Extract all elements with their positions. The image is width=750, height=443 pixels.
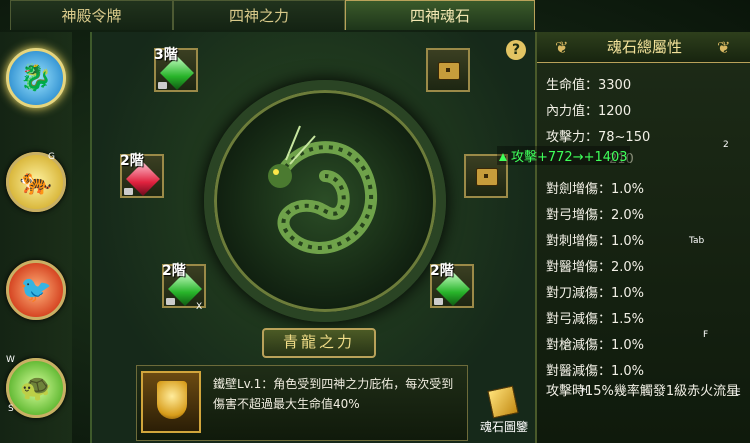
atlas-label: 魂石圖鑒 xyxy=(479,420,528,434)
stat-proc-effect: 攻擊時15%幾率觸發1級赤火流星 xyxy=(546,384,740,399)
skill-icon xyxy=(141,371,201,433)
key-hint-f: F xyxy=(703,330,709,340)
key-hint-s: S xyxy=(8,404,14,414)
tortoise-icon: 🐢 xyxy=(19,373,53,403)
stat-row: 對弓減傷：1.5% xyxy=(546,312,645,327)
stat-row: 對弓增傷：2.0% xyxy=(546,208,645,223)
azure-dragon-orb[interactable]: 🐉 xyxy=(6,48,66,108)
book-icon xyxy=(487,385,519,419)
stat-attack: 攻擊力：78~150 xyxy=(546,130,651,145)
key-hint-2: 2 xyxy=(723,140,729,150)
tab-bar: 神殿令牌 四神之力 四神魂石 xyxy=(0,0,535,32)
black-tortoise-orb[interactable]: 🐢 xyxy=(6,358,66,418)
up-arrow-icon xyxy=(499,153,507,161)
key-hint-g: G xyxy=(48,152,55,162)
help-button[interactable]: ? xyxy=(506,40,526,60)
ornament-right-icon: ❦ xyxy=(717,38,731,57)
stat-mp: 內力值：1200 xyxy=(546,104,632,119)
skill-text: 鐵壁Lv.1：角色受到四神之力庇佑，每次受到傷害不超過最大生命值40% xyxy=(213,377,454,411)
gem-slot-bottom-right[interactable]: 2階 xyxy=(430,263,474,308)
panel-header: ❦ 魂石總屬性 ❦ xyxy=(537,32,750,63)
chest-lock-icon xyxy=(476,168,498,186)
stat-row: 對槍減傷：1.0% xyxy=(546,338,645,353)
phoenix-icon: 🐦 xyxy=(19,275,53,305)
key-hint-x: X xyxy=(196,302,203,312)
soulstone-panel: ? 3階 2階 2階 2階 X 青龍之力 鐵壁Lv.1：角色受到四神之力庇佑，每… xyxy=(90,32,537,443)
gem-slot-top-left[interactable]: 3階 xyxy=(154,47,198,92)
skill-description-box: 鐵壁Lv.1：角色受到四神之力庇佑，每次受到傷害不超過最大生命值40% xyxy=(136,365,468,441)
lock-icon xyxy=(124,188,133,195)
lock-icon xyxy=(166,298,175,305)
stat-row: 對刺增傷：1.0% xyxy=(546,234,645,249)
deity-emblem xyxy=(204,80,446,322)
deity-orb-column: 🐉 🐅 🐦 🐢 G W S xyxy=(0,32,72,443)
stat-row: 對劍增傷：1.0% xyxy=(546,182,645,197)
gem-slot-mid-left[interactable]: 2階 xyxy=(120,153,164,198)
vermilion-bird-orb[interactable]: 🐦 xyxy=(6,260,66,320)
tab-temple-token[interactable]: 神殿令牌 xyxy=(10,0,173,30)
shield-icon xyxy=(157,381,187,419)
stat-row: 對刀減傷：1.0% xyxy=(546,286,645,301)
stat-row: 對醫增傷：2.0% xyxy=(546,260,645,275)
dragon-artwork xyxy=(268,125,378,254)
slot-level: 3階 xyxy=(154,47,178,63)
total-attributes-panel: ❦ 魂石總屬性 ❦ 生命值：3300 內力值：1200 攻擊力：78~150 2… xyxy=(535,32,750,443)
chest-lock-icon xyxy=(438,62,460,80)
key-hint-h: H xyxy=(581,386,588,396)
lock-icon xyxy=(434,298,443,305)
locked-slot-top-right[interactable] xyxy=(426,48,470,92)
key-hint-e: E xyxy=(735,388,741,398)
white-tiger-orb[interactable]: 🐅 xyxy=(6,152,66,212)
lock-icon xyxy=(158,82,167,89)
soulstone-atlas-button[interactable]: 魂石圖鑒 xyxy=(476,385,532,436)
slot-level: 2階 xyxy=(430,263,454,279)
game-window: 神殿令牌 四神之力 四神魂石 🐉 🐅 🐦 🐢 G W S ? 3階 2階 2階 … xyxy=(0,0,750,443)
slot-level: 2階 xyxy=(120,153,144,169)
dragon-icon: 🐉 xyxy=(19,63,53,93)
tab-four-gods-soulstone[interactable]: 四神魂石 xyxy=(345,0,535,30)
attack-gain-tooltip: 攻擊+772→+1403 xyxy=(497,146,630,165)
stat-row: 對醫減傷：1.0% xyxy=(546,364,645,379)
tab-four-gods-power[interactable]: 四神之力 xyxy=(173,0,345,30)
tiger-icon: 🐅 xyxy=(19,167,53,197)
stat-hp: 生命值：3300 xyxy=(546,78,632,93)
power-banner: 青龍之力 xyxy=(262,328,376,358)
key-hint-w: W xyxy=(6,355,15,365)
slot-level: 2階 xyxy=(162,263,186,279)
key-hint-tab: Tab xyxy=(689,236,705,246)
tooltip-text: 攻擊+772→+1403 xyxy=(511,150,628,165)
